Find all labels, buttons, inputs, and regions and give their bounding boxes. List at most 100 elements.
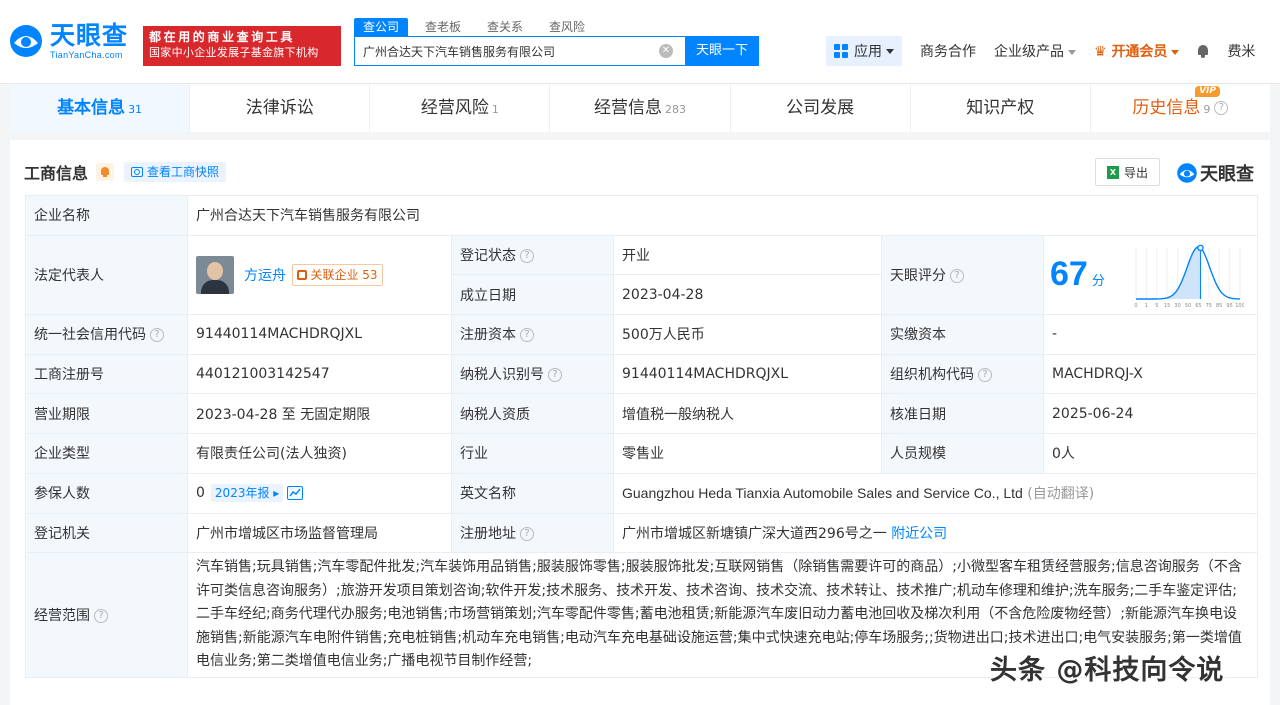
excel-icon: X xyxy=(1106,165,1119,179)
search-tab-company[interactable]: 查公司 xyxy=(354,18,409,36)
brand-text: 天眼查 xyxy=(1200,164,1254,185)
related-count: 53 xyxy=(362,267,378,282)
tab-development[interactable]: 公司发展 xyxy=(729,84,910,132)
help-icon[interactable]: ? xyxy=(520,328,534,343)
tab-history-label: 历史信息 xyxy=(1132,98,1201,118)
help-icon[interactable]: ? xyxy=(520,526,534,541)
credit-code-label: 统一社会信用代码 xyxy=(34,327,146,344)
search-type-tabs: 查公司 查老板 查关系 查风险 xyxy=(354,18,602,36)
help-icon[interactable]: ? xyxy=(520,249,534,264)
english-name-value: Guangzhou Heda Tianxia Automobile Sales … xyxy=(622,485,1023,502)
chevron-down-icon xyxy=(1068,49,1076,55)
apps-menu-button[interactable]: 应用 xyxy=(826,36,902,66)
tab-history-count: 9 xyxy=(1203,103,1211,116)
search-tab-boss[interactable]: 查老板 xyxy=(416,18,470,36)
brand-watermark-logo: 天眼查 xyxy=(1176,160,1254,186)
taxpayer-id-label-cell: 纳税人识别号? xyxy=(451,353,614,395)
crown-icon: ♛ xyxy=(1094,44,1107,60)
trend-chart-icon[interactable] xyxy=(287,486,304,501)
annual-report-tag[interactable]: 2023年报 ▸ xyxy=(210,484,284,503)
export-label: 导出 xyxy=(1123,165,1148,180)
table-row: 营业期限 2023-04-28 至 无固定期限 纳税人资质 增值税一般纳税人 核… xyxy=(25,393,1259,435)
source-watermark: 头条 @科技向令说 xyxy=(990,655,1225,686)
promo-subtitle: 国家中小企业发展子基金旗下机构 xyxy=(149,46,319,59)
score-label-cell: 天眼评分? xyxy=(881,234,1044,316)
chevron-down-icon xyxy=(1171,49,1180,55)
credit-code-label-cell: 统一社会信用代码? xyxy=(25,314,188,355)
insured-cell: 0 2023年报 ▸ xyxy=(187,472,452,514)
logo-domain: TianYanCha.com xyxy=(50,50,123,60)
help-icon[interactable]: ? xyxy=(94,609,108,624)
term-value: 2023-04-28 至 无固定期限 xyxy=(187,393,452,435)
score-tick-label: 85 xyxy=(1216,303,1222,309)
table-row: 企业名称 广州合达天下汽车销售服务有限公司 xyxy=(25,195,1259,236)
company-type-value: 有限责任公司(法人独资) xyxy=(187,433,452,474)
tab-legal[interactable]: 法律诉讼 xyxy=(189,84,369,132)
score-tick-label: 95 xyxy=(1226,303,1232,309)
approval-date-value: 2025-06-24 xyxy=(1042,393,1259,435)
score-tick-label: 65 xyxy=(1195,303,1201,309)
help-icon[interactable]: ? xyxy=(548,368,562,383)
help-icon[interactable]: ? xyxy=(950,268,964,283)
auto-translate-note: (自动翻译) xyxy=(1027,486,1095,503)
table-row: 登记机关 广州市增城区市场监督管理局 注册地址? 广州市增城区新塘镇广深大道西2… xyxy=(25,512,1259,554)
credit-code-value: 91440114MACHDRQJXL xyxy=(187,314,452,355)
score-tick-label: 0 xyxy=(1134,303,1137,309)
search-input[interactable] xyxy=(355,37,655,65)
search-box: ✕ xyxy=(354,36,686,66)
reg-capital-label: 注册资本 xyxy=(460,327,516,344)
clear-icon[interactable]: ✕ xyxy=(659,44,673,58)
search-tab-relation[interactable]: 查关系 xyxy=(478,18,532,36)
founded-value: 2023-04-28 xyxy=(613,274,882,316)
scope-label: 经营范围 xyxy=(34,608,90,625)
org-code-value: MACHDRQJ-X xyxy=(1042,353,1259,395)
score-label: 天眼评分 xyxy=(890,267,946,284)
legal-rep-label: 法定代表人 xyxy=(25,234,188,316)
legal-rep-cell: 方运舟 关联企业 53 xyxy=(187,234,452,316)
nearby-companies-link[interactable]: 附近公司 xyxy=(891,526,947,542)
staff-value: 0人 xyxy=(1042,433,1259,474)
reg-status-value: 开业 xyxy=(613,234,882,276)
score-tick-label: 15 xyxy=(1164,303,1170,309)
nav-open-vip[interactable]: ♛ 开通会员 xyxy=(1094,41,1180,61)
reg-capital-value: 500万人民币 xyxy=(613,314,882,355)
score-tick-label: 1 xyxy=(1145,303,1148,309)
section-title: 工商信息 xyxy=(24,164,89,183)
eye-logo-icon xyxy=(8,23,44,59)
reg-status-label-cell: 登记状态? xyxy=(451,234,614,276)
help-icon[interactable]: ? xyxy=(150,328,164,343)
export-button[interactable]: X 导出 xyxy=(1095,158,1160,186)
help-icon[interactable]: ? xyxy=(978,368,992,383)
notification-bell-icon[interactable] xyxy=(1197,44,1209,58)
avatar[interactable] xyxy=(196,255,234,294)
tab-risk[interactable]: 经营风险 1 xyxy=(369,84,549,132)
monitor-bell-icon[interactable] xyxy=(96,163,115,181)
score-tick-label: 5 xyxy=(1155,303,1158,309)
tab-operation[interactable]: 经营信息 283 xyxy=(549,84,729,132)
taxpayer-id-value: 91440114MACHDRQJXL xyxy=(613,353,882,395)
table-row: 工商注册号 440121003142547 纳税人识别号? 91440114MA… xyxy=(25,353,1259,395)
tab-basic-info-count: 31 xyxy=(128,103,143,116)
tab-ip[interactable]: 知识产权 xyxy=(909,84,1090,132)
help-icon[interactable]: ? xyxy=(1214,101,1229,115)
snapshot-button[interactable]: 查看工商快照 xyxy=(124,162,227,182)
tab-risk-label: 经营风险 xyxy=(420,98,489,118)
legal-rep-name[interactable]: 方运舟 xyxy=(244,268,286,284)
search-button[interactable]: 天眼一下 xyxy=(685,36,759,66)
site-logo[interactable]: 天眼查 TianYanCha.com xyxy=(8,22,128,60)
score-distribution-chart: 0 1 5 15 30 50 65 75 85 95 100 xyxy=(1134,244,1244,309)
search-tab-risk[interactable]: 查风险 xyxy=(540,18,594,36)
tab-history[interactable]: VIP 历史信息 9? xyxy=(1089,84,1270,132)
table-row: 法定代表人 方运舟 关联企业 53 登记状态? 开业 天眼评分? 67 分 015… xyxy=(25,234,1259,316)
nav-business-cooperation[interactable]: 商务合作 xyxy=(920,41,976,61)
tab-basic-info[interactable]: 基本信息 31 xyxy=(10,84,190,132)
related-companies-tag[interactable]: 关联企业 53 xyxy=(292,263,383,286)
promo-banner[interactable]: 都在用的商业查询工具 国家中小企业发展子基金旗下机构 xyxy=(143,26,341,66)
paid-capital-label: 实缴资本 xyxy=(881,314,1044,355)
table-row: 企业类型 有限责任公司(法人独资) 行业 零售业 人员规模 0人 xyxy=(25,433,1259,474)
nav-enterprise-label: 企业级产品 xyxy=(994,44,1064,60)
score-unit: 分 xyxy=(1091,274,1105,290)
user-name[interactable]: 费米 xyxy=(1227,41,1255,61)
nav-enterprise-products[interactable]: 企业级产品 xyxy=(994,41,1076,61)
score-cell[interactable]: 67 分 0 1 5 15 30 50 65 75 85 95 100 xyxy=(1042,234,1259,316)
